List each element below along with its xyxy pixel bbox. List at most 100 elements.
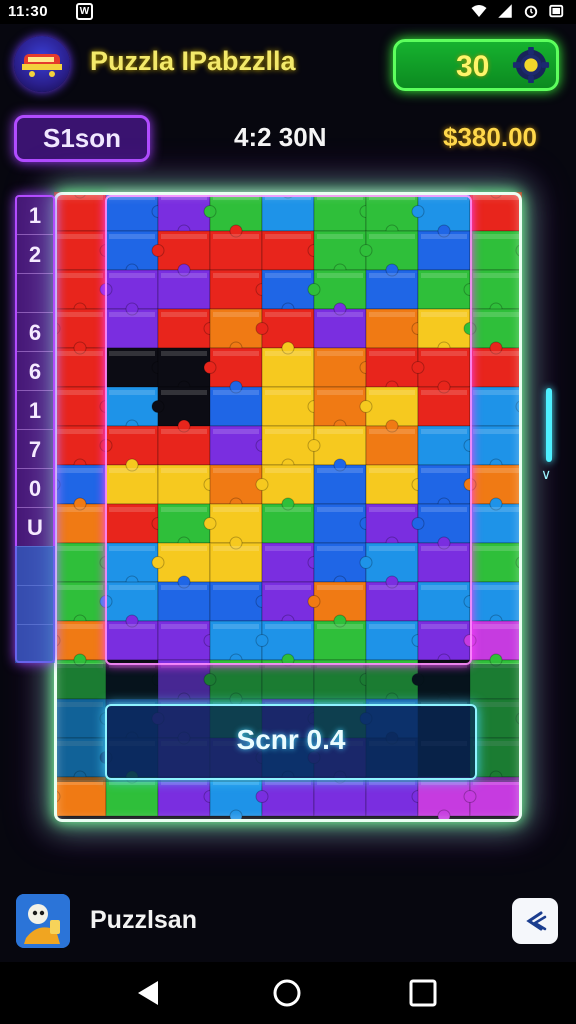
puzzle-piece[interactable] xyxy=(99,581,159,622)
puzzle-piece[interactable] xyxy=(105,458,159,505)
puzzle-piece[interactable] xyxy=(261,341,315,388)
puzzle-piece[interactable] xyxy=(209,536,263,583)
puzzle-piece[interactable] xyxy=(365,464,425,505)
puzzle-piece[interactable] xyxy=(157,659,211,706)
puzzle-piece[interactable] xyxy=(365,776,425,817)
puzzle-piece[interactable] xyxy=(469,425,522,472)
puzzle-piece[interactable] xyxy=(365,659,419,706)
puzzle-piece[interactable] xyxy=(261,425,315,472)
puzzle-piece[interactable] xyxy=(469,341,522,388)
puzzle-piece[interactable] xyxy=(54,230,113,271)
puzzle-piece[interactable] xyxy=(469,698,522,739)
puzzle-piece[interactable] xyxy=(469,542,522,583)
puzzle-piece[interactable] xyxy=(157,620,217,661)
puzzle-piece[interactable] xyxy=(255,308,315,349)
puzzle-piece[interactable] xyxy=(157,308,217,349)
puzzle-piece[interactable] xyxy=(105,542,159,589)
puzzle-piece[interactable] xyxy=(469,497,522,544)
puzzle-piece[interactable] xyxy=(365,263,419,310)
puzzle-piece[interactable] xyxy=(54,737,107,784)
puzzle-piece[interactable] xyxy=(359,542,419,583)
puzzle-piece[interactable] xyxy=(469,581,522,628)
puzzle-piece[interactable] xyxy=(203,659,263,700)
puzzle-piece[interactable] xyxy=(54,341,107,388)
puzzle-piece[interactable] xyxy=(105,347,165,388)
puzzle-piece[interactable] xyxy=(157,192,211,238)
puzzle-piece[interactable] xyxy=(54,425,107,472)
puzzle-piece[interactable] xyxy=(209,464,263,511)
puzzle-piece[interactable] xyxy=(463,308,522,349)
puzzle-piece[interactable] xyxy=(307,581,367,622)
puzzle-piece[interactable] xyxy=(417,269,477,310)
recents-icon[interactable] xyxy=(406,976,440,1010)
puzzle-piece[interactable] xyxy=(209,269,269,310)
train-logo-icon[interactable] xyxy=(14,36,70,92)
puzzle-piece[interactable] xyxy=(54,776,107,817)
puzzle-piece[interactable] xyxy=(105,503,165,544)
puzzle-piece[interactable] xyxy=(105,386,159,433)
puzzle-piece[interactable] xyxy=(261,269,315,316)
puzzle-piece[interactable] xyxy=(417,776,471,822)
back-icon[interactable] xyxy=(132,976,166,1010)
chevron-down-icon[interactable]: ∨ xyxy=(541,466,551,483)
puzzle-piece[interactable] xyxy=(469,737,522,784)
puzzle-piece[interactable] xyxy=(54,192,107,232)
puzzle-piece[interactable] xyxy=(209,308,263,355)
puzzle-piece[interactable] xyxy=(261,230,321,271)
puzzle-piece[interactable] xyxy=(411,192,471,232)
puzzle-piece[interactable] xyxy=(54,581,107,628)
gear-icon[interactable] xyxy=(512,46,550,84)
puzzle-piece[interactable] xyxy=(411,503,471,544)
puzzle-piece[interactable] xyxy=(105,302,159,349)
puzzle-piece[interactable] xyxy=(365,419,419,466)
puzzle-piece[interactable] xyxy=(411,347,471,388)
puzzle-piece[interactable] xyxy=(54,698,113,739)
puzzle-piece[interactable] xyxy=(105,230,159,277)
puzzle-piece[interactable] xyxy=(261,581,315,628)
score-pill[interactable]: 30 xyxy=(393,39,559,91)
puzzle-piece[interactable] xyxy=(157,776,217,817)
puzzle-piece[interactable] xyxy=(417,308,471,355)
puzzle-piece[interactable] xyxy=(151,542,211,583)
puzzle-piece[interactable] xyxy=(313,659,373,700)
puzzle-piece[interactable] xyxy=(313,542,367,589)
home-icon[interactable] xyxy=(270,976,304,1010)
puzzle-piece[interactable] xyxy=(307,269,367,310)
puzzle-piece[interactable] xyxy=(105,614,159,661)
puzzle-piece[interactable] xyxy=(313,347,373,388)
puzzle-piece[interactable] xyxy=(313,192,373,232)
puzzle-piece[interactable] xyxy=(54,269,107,316)
puzzle-piece[interactable] xyxy=(313,458,367,505)
puzzle-piece[interactable] xyxy=(209,776,263,822)
puzzle-piece[interactable] xyxy=(417,464,471,511)
puzzle-piece[interactable] xyxy=(157,347,211,394)
puzzle-piece[interactable] xyxy=(469,653,522,700)
back-swipe-button[interactable] xyxy=(512,898,558,944)
puzzle-piece[interactable] xyxy=(313,614,367,661)
puzzle-piece[interactable] xyxy=(54,542,113,583)
puzzle-piece[interactable] xyxy=(54,386,113,427)
puzzle-piece[interactable] xyxy=(417,425,477,466)
puzzle-piece[interactable] xyxy=(255,464,315,505)
puzzle-piece[interactable] xyxy=(313,386,367,433)
puzzle-piece[interactable] xyxy=(99,425,159,466)
puzzle-piece[interactable] xyxy=(151,230,211,271)
puzzle-piece[interactable] xyxy=(313,503,373,544)
puzzle-piece[interactable] xyxy=(463,620,522,661)
puzzle-piece[interactable] xyxy=(365,192,419,238)
puzzle-piece[interactable] xyxy=(151,386,211,427)
puzzle-piece[interactable] xyxy=(469,230,522,271)
puzzle-piece[interactable] xyxy=(359,230,419,271)
puzzle-piece[interactable] xyxy=(469,386,522,427)
puzzle-piece[interactable] xyxy=(209,425,269,466)
character-avatar-icon[interactable] xyxy=(16,894,70,948)
puzzle-piece[interactable] xyxy=(261,653,315,700)
puzzle-piece[interactable] xyxy=(313,302,367,349)
puzzle-piece[interactable] xyxy=(469,192,522,232)
puzzle-piece[interactable] xyxy=(307,425,367,466)
puzzle-piece[interactable] xyxy=(157,503,211,550)
scroll-indicator[interactable] xyxy=(546,388,552,462)
puzzle-piece[interactable] xyxy=(261,386,321,427)
puzzle-piece[interactable] xyxy=(411,659,471,700)
puzzle-piece[interactable] xyxy=(417,536,471,583)
